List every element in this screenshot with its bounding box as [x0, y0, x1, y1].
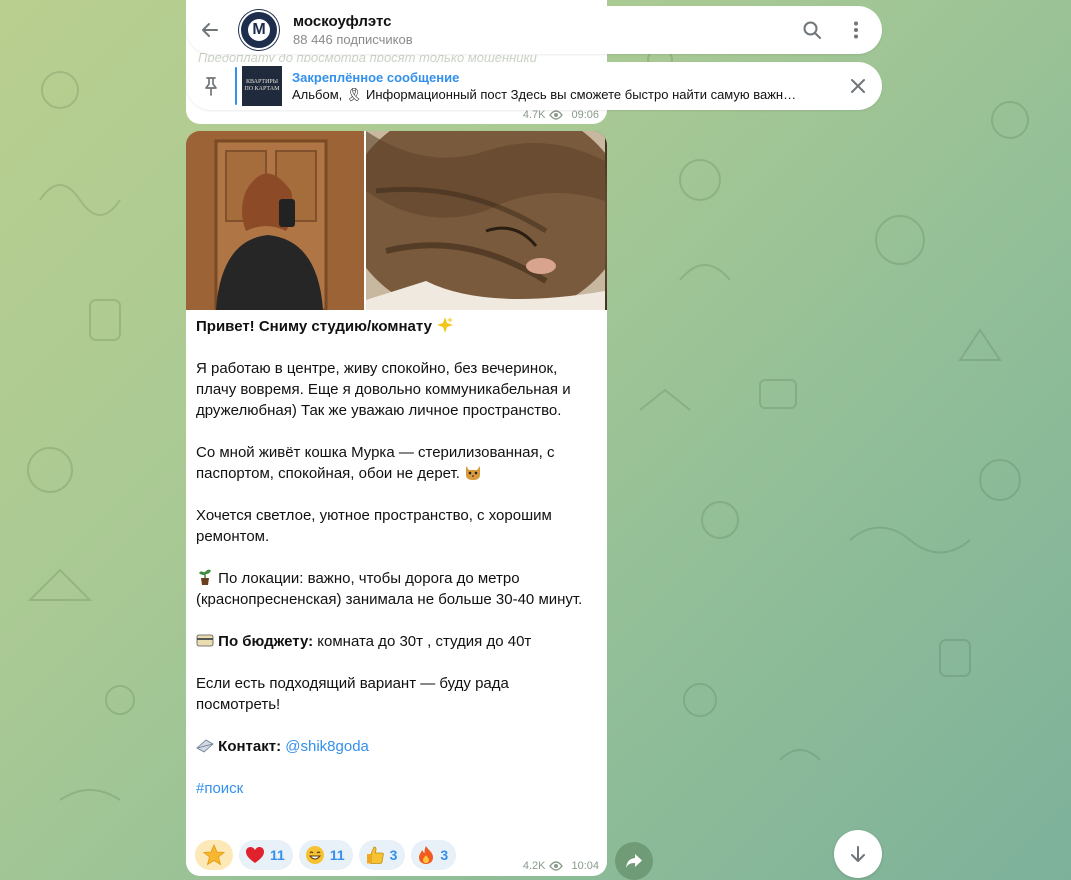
photo-sleeping-cat[interactable] — [366, 131, 607, 310]
reaction-grin-count: 11 — [329, 847, 345, 863]
message-paragraph-3: Хочется светлое, уютное пространство, с … — [196, 507, 552, 545]
pinned-body: Альбом, 🎗 Информационный пост Здесь вы с… — [292, 86, 797, 102]
pinned-text: Закреплённое сообщение Альбом, 🎗 Информа… — [292, 69, 834, 104]
heart-icon — [246, 847, 264, 863]
search-button[interactable] — [790, 6, 834, 54]
pinned-message-bar[interactable]: КВАРТИРЫ ПО КАРТАМ Закреплённое сообщени… — [187, 62, 882, 110]
message-paragraph-6: Если есть подходящий вариант — буду рада… — [196, 675, 509, 713]
reaction-fire[interactable]: 3 — [411, 840, 457, 870]
grinning-face-icon — [305, 846, 324, 864]
budget-label: По бюджету: — [218, 633, 314, 650]
message-time: 10:04 — [571, 860, 599, 872]
thumbs-up-icon — [366, 846, 384, 864]
chat-header: M москоуфлэтс 88 446 подписчиков — [187, 6, 882, 54]
pin-icon — [205, 77, 217, 96]
pinned-indicator-bar — [235, 67, 237, 105]
previous-views: 4.7K — [522, 109, 546, 121]
reaction-heart[interactable]: 11 — [239, 840, 293, 870]
contact-label: Контакт: — [218, 738, 282, 755]
reaction-grin[interactable]: 11 — [298, 840, 353, 870]
message-paragraph-1: Я работаю в центре, живу спокойно, без в… — [196, 360, 571, 419]
message-text: Привет! Сниму студию/комнату Я работаю в… — [186, 310, 607, 799]
close-pinned-button[interactable] — [834, 62, 882, 110]
cat-face-icon — [466, 466, 481, 480]
pinned-title: Закреплённое сообщение — [292, 69, 460, 85]
fire-icon — [419, 846, 434, 864]
sparkles-icon — [437, 317, 454, 333]
channel-title-block[interactable]: москоуфлэтс 88 446 подписчиков — [293, 13, 790, 48]
share-arrow-icon — [626, 854, 642, 868]
arrow-left-icon — [202, 23, 218, 37]
previous-message-meta: 4.7K 09:06 — [523, 109, 599, 121]
close-icon — [851, 79, 865, 93]
message-meta: 4.2K 10:04 — [523, 860, 599, 872]
channel-avatar[interactable]: M — [239, 10, 279, 50]
back-button[interactable] — [187, 6, 233, 54]
hashtag-link[interactable]: #поиск — [196, 780, 243, 797]
message-views: 4.2K — [522, 860, 546, 872]
search-icon — [803, 21, 821, 39]
budget-value: комната до 30т , студия до 40т — [313, 633, 532, 650]
channel-avatar-letter: M — [248, 19, 270, 41]
eye-icon — [549, 110, 564, 120]
more-button[interactable] — [834, 6, 878, 54]
photo-girl-illustration — [186, 131, 364, 310]
message-bubble: Привет! Сниму студию/комнату Я работаю в… — [186, 131, 607, 876]
eye-icon — [549, 861, 564, 871]
message-heading: Привет! Сниму студию/комнату — [196, 318, 432, 335]
envelope-icon — [196, 739, 214, 753]
message-paragraph-4: По локации: важно, чтобы дорога до метро… — [196, 570, 583, 608]
photo-cat-illustration — [366, 131, 607, 310]
arrow-down-icon — [851, 846, 865, 862]
credit-card-icon — [196, 634, 214, 647]
reaction-thumbs-up[interactable]: 3 — [358, 840, 406, 870]
reaction-heart-count: 11 — [270, 847, 285, 863]
previous-time: 09:06 — [571, 109, 599, 121]
reactions-bar: 11 11 3 3 — [195, 840, 457, 870]
contact-link[interactable]: @shik8goda — [285, 738, 369, 755]
subscriber-count: 88 446 подписчиков — [293, 31, 413, 47]
forward-button[interactable] — [615, 842, 653, 880]
pin-button[interactable] — [187, 62, 235, 110]
reaction-thumbs-up-count: 3 — [389, 847, 398, 863]
pinned-thumbnail-text: КВАРТИРЫ ПО КАРТАМ — [244, 79, 280, 92]
reaction-star[interactable] — [195, 840, 233, 870]
star-icon — [203, 844, 225, 866]
potted-plant-icon — [199, 569, 211, 585]
more-vertical-icon — [854, 21, 858, 39]
photo-girl-mirror[interactable] — [186, 131, 364, 310]
pinned-thumbnail: КВАРТИРЫ ПО КАРТАМ — [242, 66, 282, 106]
scroll-to-bottom-button[interactable] — [834, 830, 882, 878]
reaction-fire-count: 3 — [440, 847, 449, 863]
channel-name: москоуфлэтс — [293, 12, 392, 30]
message-paragraph-2: Со мной живёт кошка Мурка — стерилизован… — [196, 444, 555, 482]
photo-album — [186, 131, 607, 310]
